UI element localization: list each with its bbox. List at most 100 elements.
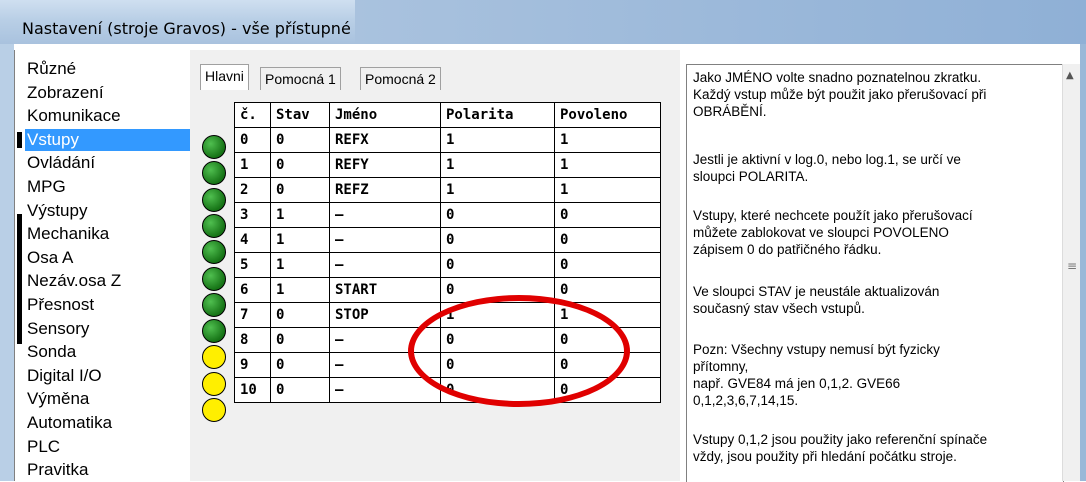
table-cell[interactable]: 1 [554, 152, 661, 178]
table-row[interactable]: 3 1–0 0 [234, 202, 661, 228]
table-cell[interactable]: 1 [270, 277, 330, 303]
sidebar-scroll-marker [17, 213, 22, 344]
table-row[interactable]: 5 1–0 0 [234, 252, 661, 278]
table-cell[interactable]: 1 [234, 152, 271, 178]
help-paragraph: Jako JMÉNO volte snadno poznatelnou zkra… [693, 70, 987, 119]
input-status-led-icon [202, 240, 226, 265]
input-status-led-icon [202, 266, 226, 291]
help-scrollbar[interactable]: ▲ ≡ [1062, 64, 1081, 481]
sidebar-item[interactable]: Různé [25, 58, 193, 80]
annotation-red-circle [408, 295, 630, 407]
table-cell[interactable]: 0 [270, 177, 330, 203]
table-row[interactable]: 6 1 START 0 0 [234, 277, 661, 303]
table-cell[interactable]: 1 [440, 152, 555, 178]
table-cell[interactable]: 0 [554, 252, 661, 278]
table-cell[interactable]: 0 [554, 202, 661, 228]
window-title: Nastavení (stroje Gravos) - vše přístupn… [22, 19, 351, 38]
table-cell[interactable]: REFX [329, 127, 441, 153]
table-cell[interactable]: 9 [234, 352, 271, 378]
table-cell[interactable]: 1 [270, 227, 330, 253]
input-status-led-icon [202, 213, 226, 238]
sidebar-item[interactable]: Digital I/O [25, 365, 193, 387]
table-row[interactable]: 2 0 REFZ 1 1 [234, 177, 661, 203]
sidebar-item[interactable]: Nezáv.osa Z [25, 270, 193, 292]
table-cell[interactable]: 3 [234, 202, 271, 228]
table-cell[interactable]: 0 [440, 252, 555, 278]
table-cell[interactable]: – [329, 202, 441, 228]
tab-hlavni[interactable]: Hlavni [200, 64, 249, 90]
help-paragraph: Vstupy, které nechcete použít jako přeru… [693, 208, 973, 257]
table-cell[interactable]: 7 [234, 302, 271, 328]
help-paragraph: Pozn: Všechny vstupy nemusí být fyzicky … [693, 342, 940, 408]
sidebar-item[interactable]: Ovládání [25, 152, 193, 174]
sidebar-item[interactable]: MPG [25, 176, 193, 198]
tab-pomocna-2[interactable]: Pomocná 2 [360, 67, 441, 90]
table-cell[interactable]: 0 [270, 327, 330, 353]
sidebar-item[interactable]: Sonda [25, 341, 193, 363]
table-cell[interactable]: 1 [554, 127, 661, 153]
sidebar-item[interactable]: PLC [25, 436, 193, 458]
table-cell[interactable]: 1 [270, 202, 330, 228]
table-cell[interactable]: 0 [234, 127, 271, 153]
tab-pomocna-1[interactable]: Pomocná 1 [260, 67, 341, 90]
input-status-led-icon [202, 135, 226, 159]
table-cell[interactable]: 0 [270, 352, 330, 378]
table-cell[interactable]: – [329, 377, 441, 403]
table-cell[interactable]: 0 [440, 227, 555, 253]
input-status-led-icon [202, 398, 226, 422]
table-cell[interactable]: REFZ [329, 177, 441, 203]
sidebar-item[interactable]: Osa A [25, 247, 193, 269]
sidebar-item[interactable]: Zobrazení [25, 82, 193, 104]
table-row[interactable]: 4 1–0 0 [234, 227, 661, 253]
sidebar-item[interactable]: Přesnost [25, 294, 193, 316]
table-cell[interactable]: 6 [234, 277, 271, 303]
table-cell[interactable]: 0 [270, 302, 330, 328]
input-status-led-icon [202, 161, 226, 186]
input-status-led-icon [202, 345, 226, 370]
table-cell[interactable]: 2 [234, 177, 271, 203]
col-header-povoleno: Povoleno [554, 102, 661, 128]
table-cell[interactable]: 1 [270, 252, 330, 278]
table-cell[interactable]: 1 [554, 177, 661, 203]
scroll-up-icon[interactable]: ▲ [1066, 70, 1074, 81]
col-header-jmeno: Jméno [329, 102, 441, 128]
window-border-left [0, 44, 14, 481]
sidebar-selection-marker [17, 131, 22, 148]
help-paragraph: Ve sloupci STAV je neustále aktualizován… [693, 284, 940, 316]
table-cell[interactable]: 10 [234, 377, 271, 403]
table-cell[interactable]: 0 [270, 377, 330, 403]
input-status-led-icon [202, 371, 226, 396]
sidebar-item[interactable]: Komunikace [25, 105, 193, 127]
sidebar-item[interactable]: Vstupy [25, 128, 193, 151]
table-cell[interactable]: 0 [554, 277, 661, 303]
sidebar-item[interactable]: Pravitka [25, 459, 193, 481]
sidebar-item[interactable]: Automatika [25, 412, 193, 434]
sidebar-item[interactable]: Výstupy [25, 200, 193, 222]
sidebar-item[interactable]: Sensory [25, 318, 193, 340]
table-row[interactable]: 0 0 REFX 1 1 [234, 127, 661, 153]
col-header-polarita: Polarita [440, 102, 555, 128]
sidebar-item[interactable]: Výměna [25, 388, 193, 410]
table-cell[interactable]: 1 [440, 127, 555, 153]
title-bar-shade [355, 0, 1086, 44]
table-cell[interactable]: – [329, 252, 441, 278]
table-cell[interactable]: 0 [270, 127, 330, 153]
table-row[interactable]: 1 0 REFY 1 1 [234, 152, 661, 178]
col-header-number: č. [234, 102, 271, 128]
table-cell[interactable]: 0 [440, 202, 555, 228]
title-bar: Nastavení (stroje Gravos) - vše přístupn… [0, 0, 1086, 44]
table-cell[interactable]: REFY [329, 152, 441, 178]
table-cell[interactable]: 4 [234, 227, 271, 253]
table-cell[interactable]: START [329, 277, 441, 303]
table-cell[interactable]: 1 [440, 177, 555, 203]
help-paragraph: Jestli je aktivní v log.0, nebo log.1, s… [693, 152, 961, 184]
table-cell[interactable]: – [329, 227, 441, 253]
window-border-right [1080, 44, 1086, 481]
table-cell[interactable]: 0 [554, 227, 661, 253]
table-cell[interactable]: 0 [270, 152, 330, 178]
table-cell[interactable]: 8 [234, 327, 271, 353]
sidebar-item[interactable]: Mechanika [25, 223, 193, 245]
scroll-grip-icon[interactable]: ≡ [1067, 259, 1077, 273]
table-cell[interactable]: 5 [234, 252, 271, 278]
input-status-led-icon [202, 187, 226, 212]
